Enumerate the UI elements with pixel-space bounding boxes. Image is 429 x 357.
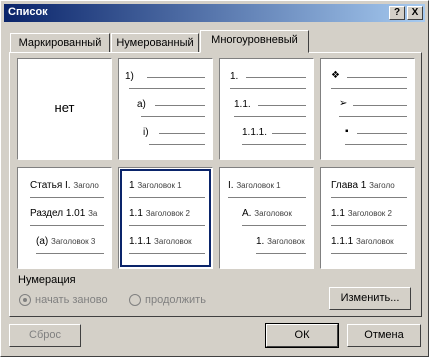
placeholder-line	[242, 144, 306, 145]
level-2-label: A. Заголовок	[242, 208, 292, 219]
radio-circle[interactable]	[129, 294, 141, 307]
placeholder-line	[347, 77, 407, 78]
level-1-label: 1.	[230, 71, 239, 82]
style-article-section[interactable]: Статья I. Заголо Раздел 1.01 За (a) Заго…	[17, 167, 112, 269]
placeholder-line	[159, 133, 205, 134]
placeholder-line	[230, 88, 306, 89]
placeholder-line	[258, 105, 306, 106]
style-heading-chapter[interactable]: Глава 1 Заголо 1.1 Заголовок 2 1.1.1 Заг…	[320, 167, 415, 269]
arrow-bullet-icon: ➢	[339, 98, 348, 109]
level-2-label: 1.1.	[234, 99, 251, 110]
level-1-label: Статья I. Заголо	[30, 180, 99, 191]
placeholder-line	[234, 116, 306, 117]
window-title: Список	[8, 6, 48, 18]
list-dialog: Список ? X Маркированный Нумерованный Мн…	[0, 0, 429, 357]
radio-circle[interactable]	[19, 294, 31, 307]
close-button[interactable]: X	[407, 6, 423, 20]
tab-multilevel[interactable]: Многоуровневый	[200, 30, 309, 53]
level-3-label: (a) Заголовок 3	[36, 236, 96, 247]
placeholder-line	[357, 133, 407, 134]
numbering-label: Нумерация	[18, 274, 76, 286]
reset-button[interactable]: Сброс	[9, 324, 81, 347]
style-paren-numbering[interactable]: 1) a) i)	[118, 58, 213, 160]
level-2-label: a)	[137, 99, 146, 110]
placeholder-line	[36, 253, 104, 254]
placeholder-line	[141, 116, 205, 117]
help-button[interactable]: ?	[389, 6, 405, 20]
placeholder-line	[147, 77, 205, 78]
tab-bulleted[interactable]: Маркированный	[10, 33, 110, 53]
level-1-label: 1 Заголовок 1	[129, 180, 182, 191]
placeholder-line	[345, 144, 407, 145]
style-bullet-levels[interactable]: ❖ ➢ ▪	[320, 58, 415, 160]
placeholder-line	[155, 105, 205, 106]
placeholder-line	[331, 88, 407, 89]
level-1-label: I. Заголовок 1	[228, 180, 281, 191]
placeholder-line	[272, 133, 306, 134]
placeholder-line	[353, 105, 407, 106]
none-label: нет	[54, 100, 75, 115]
style-none[interactable]: нет	[17, 58, 112, 160]
level-2-label: 1.1 Заголовок 2	[331, 208, 392, 219]
style-heading-decimal[interactable]: 1 Заголовок 1 1.1 Заголовок 2 1.1.1 Заго…	[118, 167, 213, 269]
style-gallery: нет 1) a) i) 1. 1.1. 1.1.1. ❖ ➢ ▪ Статья…	[17, 58, 415, 270]
level-3-label: 1.1.1 Заголовок	[129, 236, 192, 247]
level-3-label: 1.1.1 Заголовок	[331, 236, 394, 247]
level-3-label: 1.1.1.	[242, 127, 268, 138]
level-3-label: i)	[143, 127, 149, 138]
restart-numbering-radio[interactable]: начать заново	[19, 294, 108, 308]
level-3-label: 1. Заголовок	[256, 236, 305, 247]
level-2-label: Раздел 1.01 За	[30, 208, 98, 219]
square-bullet-icon: ▪	[345, 126, 349, 137]
level-1-label: 1)	[125, 71, 134, 82]
placeholder-line	[30, 225, 104, 226]
change-button[interactable]: Изменить...	[329, 287, 411, 310]
placeholder-line	[228, 197, 306, 198]
placeholder-line	[129, 88, 205, 89]
restart-numbering-label: начать заново	[35, 294, 108, 306]
title-bar: Список ? X	[4, 4, 425, 22]
continue-numbering-label: продолжить	[145, 294, 206, 306]
placeholder-line	[331, 225, 407, 226]
continue-numbering-radio[interactable]: продолжить	[129, 294, 206, 308]
placeholder-line	[129, 253, 205, 254]
diamond-bullet-icon: ❖	[331, 70, 340, 81]
placeholder-line	[129, 197, 205, 198]
placeholder-line	[339, 116, 407, 117]
style-heading-roman[interactable]: I. Заголовок 1 A. Заголовок 1. Заголовок	[219, 167, 314, 269]
level-1-label: Глава 1 Заголо	[331, 180, 395, 191]
placeholder-line	[331, 253, 407, 254]
placeholder-line	[256, 253, 306, 254]
ok-button[interactable]: ОК	[265, 323, 339, 348]
placeholder-line	[246, 77, 306, 78]
placeholder-line	[129, 225, 205, 226]
level-2-label: 1.1 Заголовок 2	[129, 208, 190, 219]
style-decimal-numbering[interactable]: 1. 1.1. 1.1.1.	[219, 58, 314, 160]
placeholder-line	[149, 144, 205, 145]
placeholder-line	[30, 197, 104, 198]
placeholder-line	[242, 225, 306, 226]
cancel-button[interactable]: Отмена	[347, 324, 421, 347]
placeholder-line	[331, 197, 407, 198]
tab-numbered[interactable]: Нумерованный	[111, 33, 199, 53]
